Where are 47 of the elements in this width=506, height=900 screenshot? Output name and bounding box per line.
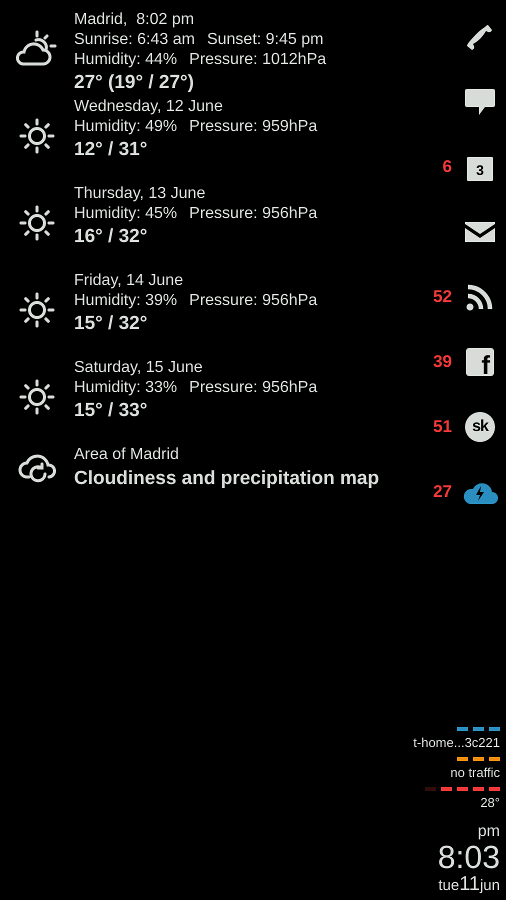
clock-month: jun <box>480 877 500 894</box>
rss-icon[interactable] <box>466 282 494 310</box>
notification-count: 6 <box>442 156 452 176</box>
weather-info: Madrid, 8:02 pm <box>74 10 194 30</box>
sk-icon[interactable]: sk <box>465 412 495 442</box>
weather-info: Humidity: 33% <box>74 378 178 398</box>
status-text: no traffic <box>450 765 500 781</box>
weather-info: Pressure: 959hPa <box>189 117 318 137</box>
weather-info: Friday, 14 June <box>74 271 184 291</box>
weather-info: Pressure: 1012hPa <box>189 50 326 70</box>
facebook-icon[interactable]: f <box>466 348 494 376</box>
weather-info: Humidity: 39% <box>74 291 178 311</box>
calendar-icon[interactable]: 3 <box>467 156 493 180</box>
weather-info: Humidity: 45% <box>74 204 178 224</box>
weather-info: Pressure: 956hPa <box>189 291 318 311</box>
temperature: 15° / 32° <box>74 312 148 336</box>
notification-count: 39 <box>433 352 452 372</box>
notification-count: 51 <box>433 416 452 436</box>
temperature: 27° (19° / 27°) <box>74 71 194 95</box>
weather-info: Sunrise: 6:43 am <box>74 30 195 50</box>
sun-icon <box>17 376 57 416</box>
clock-time: 8:03 <box>438 841 500 873</box>
clock-day: 11 <box>459 873 480 896</box>
message-icon[interactable] <box>465 88 495 114</box>
weather-info: Saturday, 15 June <box>74 358 203 378</box>
status-text: t-home...3c221 <box>413 735 500 751</box>
sun-icon <box>17 116 57 156</box>
temperature: 16° / 32° <box>74 225 148 249</box>
weather-info: Humidity: 49% <box>74 117 178 137</box>
weather-info: Thursday, 13 June <box>74 184 206 204</box>
weather-info: Wednesday, 12 June <box>74 97 223 117</box>
temperature: 12° / 31° <box>74 138 148 162</box>
clock-period: pm <box>478 823 500 841</box>
map-area: Area of Madrid <box>74 445 179 465</box>
notification-count: 52 <box>433 286 452 306</box>
weather-info: Pressure: 956hPa <box>189 378 318 398</box>
weather-info: Sunset: 9:45 pm <box>206 30 324 50</box>
status-text: 28° <box>480 795 500 811</box>
sun-icon <box>17 202 57 242</box>
weather-info: Humidity: 44% <box>74 50 178 70</box>
clock-weekday: tue <box>438 877 460 894</box>
map-link[interactable]: Cloudiness and precipitation map <box>74 465 380 493</box>
mail-icon[interactable] <box>465 222 495 242</box>
weather-info: Pressure: 956hPa <box>189 204 318 224</box>
sun-icon <box>17 290 57 330</box>
notification-count: 27 <box>433 482 452 502</box>
temperature: 15° / 33° <box>74 399 148 423</box>
